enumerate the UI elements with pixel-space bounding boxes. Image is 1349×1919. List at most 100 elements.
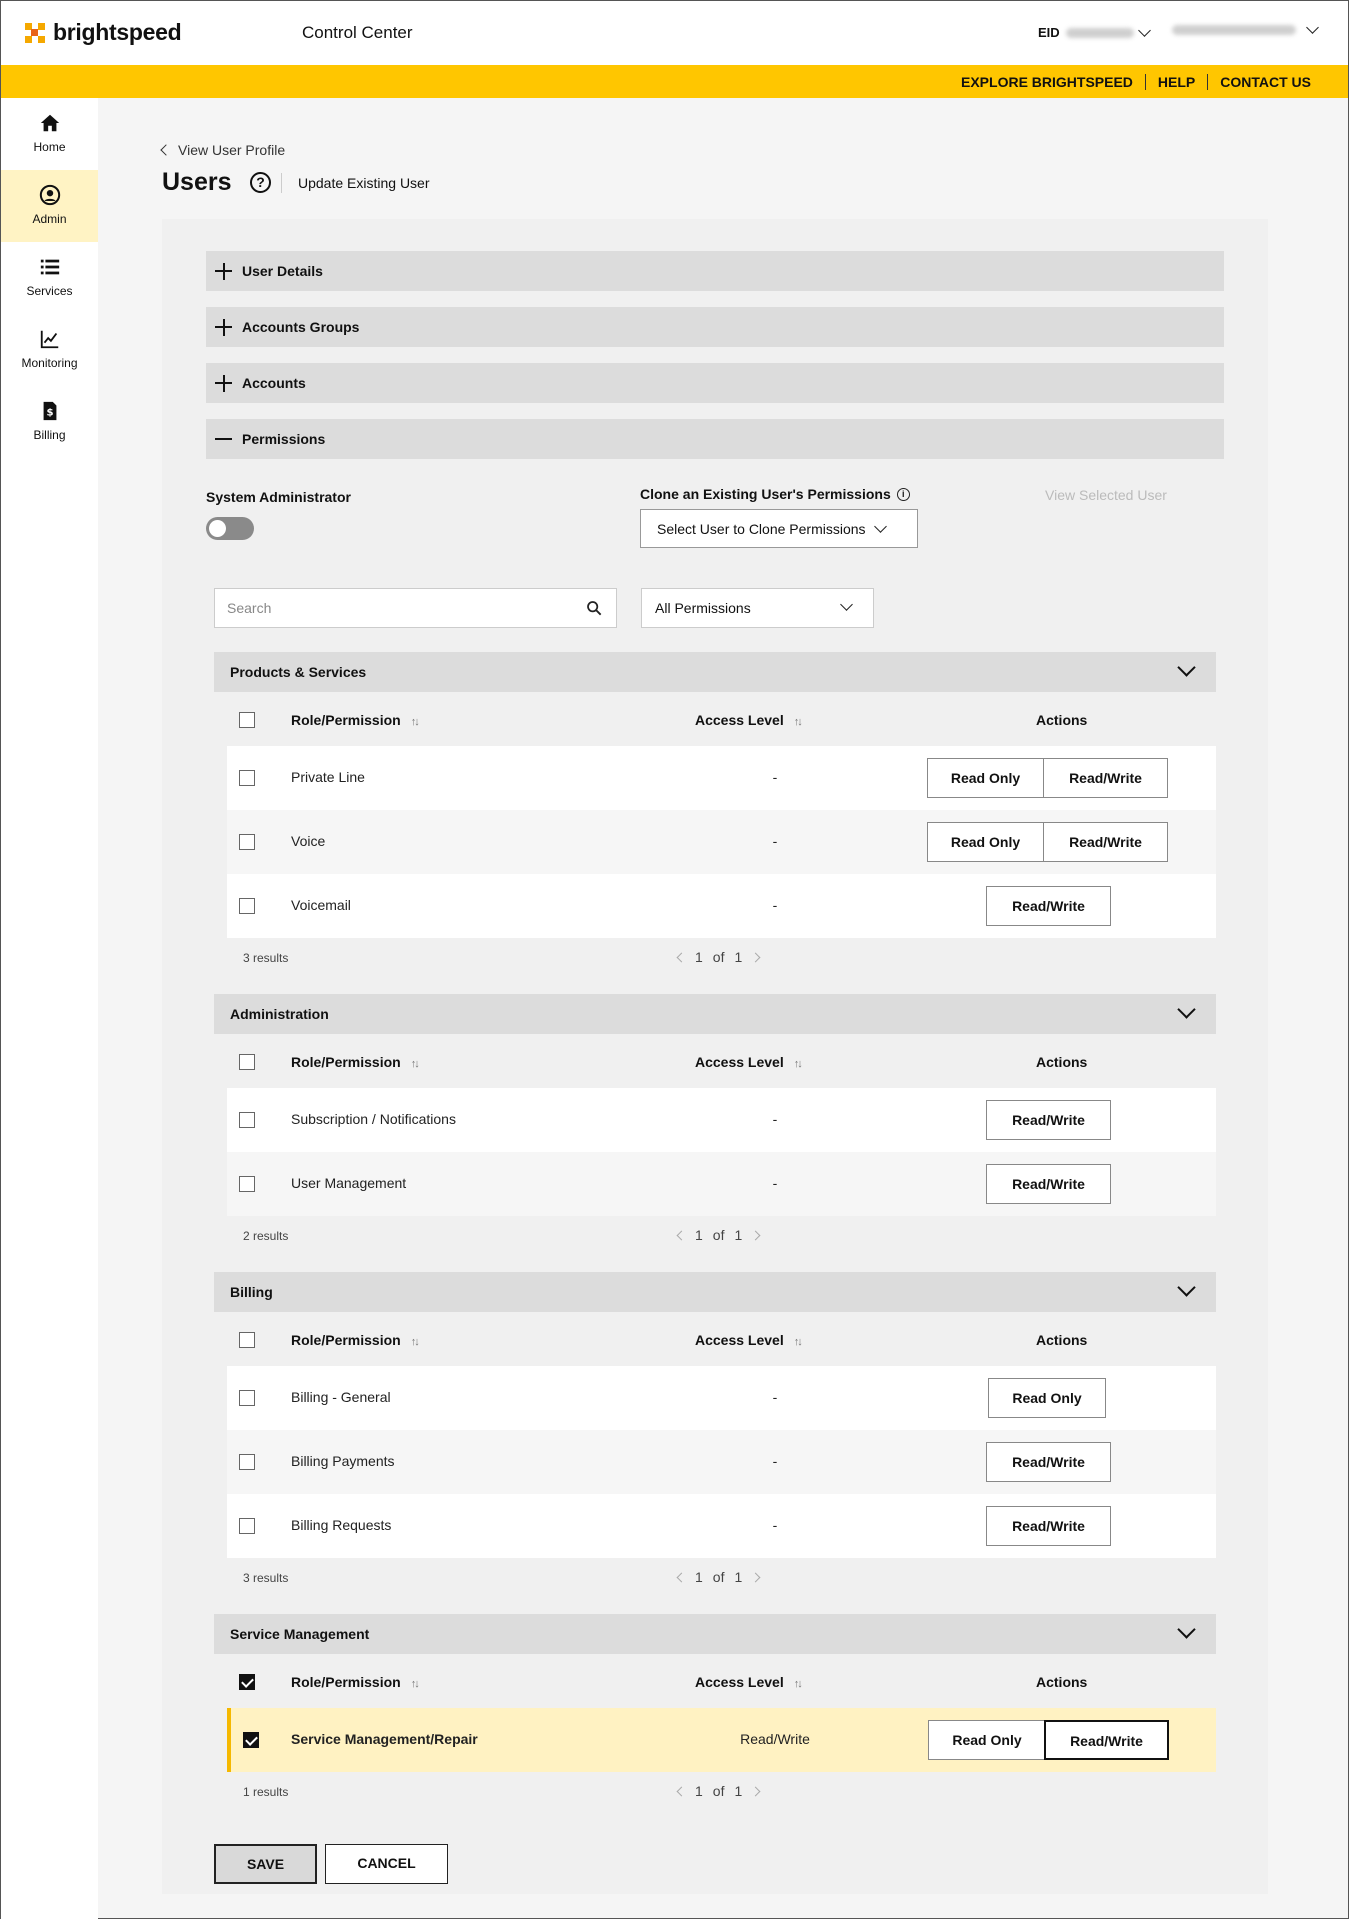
select-all-checkbox[interactable] [239,1332,255,1348]
explore-link[interactable]: EXPLORE BRIGHTSPEED [949,74,1145,90]
read-write-button[interactable]: Read/Write [1043,758,1168,798]
access-level: - [772,1175,778,1191]
cancel-button[interactable]: CANCEL [325,1844,448,1884]
user-circle-icon [39,184,61,206]
sidebar-item-admin[interactable]: Admin [1,170,98,242]
search-placeholder: Search [227,600,272,616]
read-write-button[interactable]: Read/Write [986,1164,1111,1204]
accordion-user-details[interactable]: User Details [206,251,1224,291]
chevron-right-icon[interactable] [750,952,761,962]
row-checkbox[interactable] [239,1112,255,1128]
accordion-permissions[interactable]: Permissions [206,419,1224,459]
eid-selector[interactable]: EID [1038,23,1151,40]
system-admin-label: System Administrator [206,489,351,505]
sidebar: Home Admin Services Monitoring $ Billing [1,98,98,1919]
chevron-down-icon [1177,1620,1196,1639]
permission-filter-select[interactable]: All Permissions [641,588,874,628]
sidebar-item-label: Admin [32,212,67,226]
select-all-checkbox[interactable] [239,712,255,728]
sidebar-item-monitoring[interactable]: Monitoring [1,314,98,386]
search-input[interactable]: Search [214,588,617,628]
col-access[interactable]: Access Level ↑↓ [695,1332,803,1348]
access-level: Read/Write [740,1731,810,1747]
col-actions: Actions [1036,1332,1088,1348]
row-checkbox[interactable] [239,898,255,914]
sort-icon: ↑↓ [793,1336,803,1348]
col-access[interactable]: Access Level ↑↓ [695,1674,803,1690]
utility-bar: EXPLORE BRIGHTSPEED HELP CONTACT US [1,65,1348,98]
col-access-label: Access Level [695,1332,784,1348]
sidebar-item-label: Services [26,284,73,298]
read-write-button[interactable]: Read/Write [986,1442,1111,1482]
section-header[interactable]: Billing [214,1272,1216,1312]
row-checkbox[interactable] [239,770,255,786]
brand-logo[interactable]: brightspeed [25,19,182,46]
row-checkbox[interactable] [239,1518,255,1534]
read-write-button[interactable]: Read/Write [986,886,1111,926]
system-admin-toggle[interactable] [206,517,254,540]
row-checkbox[interactable] [239,1390,255,1406]
accordion-accounts[interactable]: Accounts [206,363,1224,403]
table-footer: 1 results 1 of 1 [227,1772,1216,1812]
view-selected-user-link[interactable]: View Selected User [1045,487,1167,503]
contact-link[interactable]: CONTACT US [1207,73,1323,90]
search-icon[interactable] [586,600,602,616]
chevron-right-icon[interactable] [750,1786,761,1796]
chevron-right-icon[interactable] [750,1230,761,1240]
row-checkbox[interactable] [243,1732,259,1748]
accordion-label: Accounts [242,375,306,391]
section-header[interactable]: Products & Services [214,652,1216,692]
read-only-button[interactable]: Read Only [927,758,1044,798]
chevron-left-icon[interactable] [676,952,687,962]
help-link[interactable]: HELP [1144,73,1207,90]
sidebar-item-services[interactable]: Services [1,242,98,314]
col-access[interactable]: Access Level ↑↓ [695,1054,803,1070]
access-level: - [772,1517,778,1533]
pagination: 1 of 1 [676,949,761,965]
read-write-button[interactable]: Read/Write [986,1506,1111,1546]
read-only-button[interactable]: Read Only [927,822,1044,862]
save-button[interactable]: SAVE [214,1844,317,1884]
sidebar-item-billing[interactable]: $ Billing [1,386,98,458]
section-title: Products & Services [230,664,367,680]
col-access-label: Access Level [695,1674,784,1690]
select-all-checkbox[interactable] [239,1054,255,1070]
app-title: Control Center [302,23,413,42]
sidebar-item-home[interactable]: Home [1,98,98,170]
read-only-button[interactable]: Read Only [988,1378,1106,1418]
chevron-right-icon[interactable] [750,1572,761,1582]
eid-value-redacted [1065,27,1134,38]
chevron-left-icon[interactable] [676,1230,687,1240]
col-role[interactable]: Role/Permission ↑↓ [291,712,420,728]
section-billing: Billing Role/Permission ↑↓ Access Level ↑↓… [214,1272,1216,1585]
section-header[interactable]: Service Management [214,1614,1216,1654]
user-menu[interactable] [1172,21,1319,35]
col-role[interactable]: Role/Permission ↑↓ [291,1054,420,1070]
row-checkbox[interactable] [239,1454,255,1470]
access-level: - [772,833,778,849]
info-icon[interactable]: i [896,487,910,501]
section-header[interactable]: Administration [214,994,1216,1034]
help-icon[interactable]: ? [250,172,271,193]
chevron-left-icon[interactable] [676,1786,687,1796]
table-row: Voicemail - Read/Write [227,874,1216,938]
table-footer: 3 results 1 of 1 [227,938,1216,978]
read-write-button-selected[interactable]: Read/Write [1044,1720,1169,1760]
row-checkbox[interactable] [239,1176,255,1192]
chevron-left-icon[interactable] [676,1572,687,1582]
accordion-accounts-groups[interactable]: Accounts Groups [206,307,1224,347]
col-role[interactable]: Role/Permission ↑↓ [291,1674,420,1690]
read-write-button[interactable]: Read/Write [986,1100,1111,1140]
breadcrumb-link[interactable]: View User Profile [178,142,285,158]
row-checkbox[interactable] [239,834,255,850]
breadcrumb[interactable]: View User Profile [160,142,285,158]
col-access[interactable]: Access Level ↑↓ [695,712,803,728]
read-only-button[interactable]: Read Only [928,1720,1046,1760]
pagination: 1 of 1 [676,1569,761,1585]
clone-user-select[interactable]: Select User to Clone Permissions [640,509,918,548]
col-actions: Actions [1036,1674,1088,1690]
select-all-checkbox[interactable] [239,1674,255,1690]
permission-name: Billing Requests [291,1517,392,1533]
col-role[interactable]: Role/Permission ↑↓ [291,1332,420,1348]
read-write-button[interactable]: Read/Write [1043,822,1168,862]
